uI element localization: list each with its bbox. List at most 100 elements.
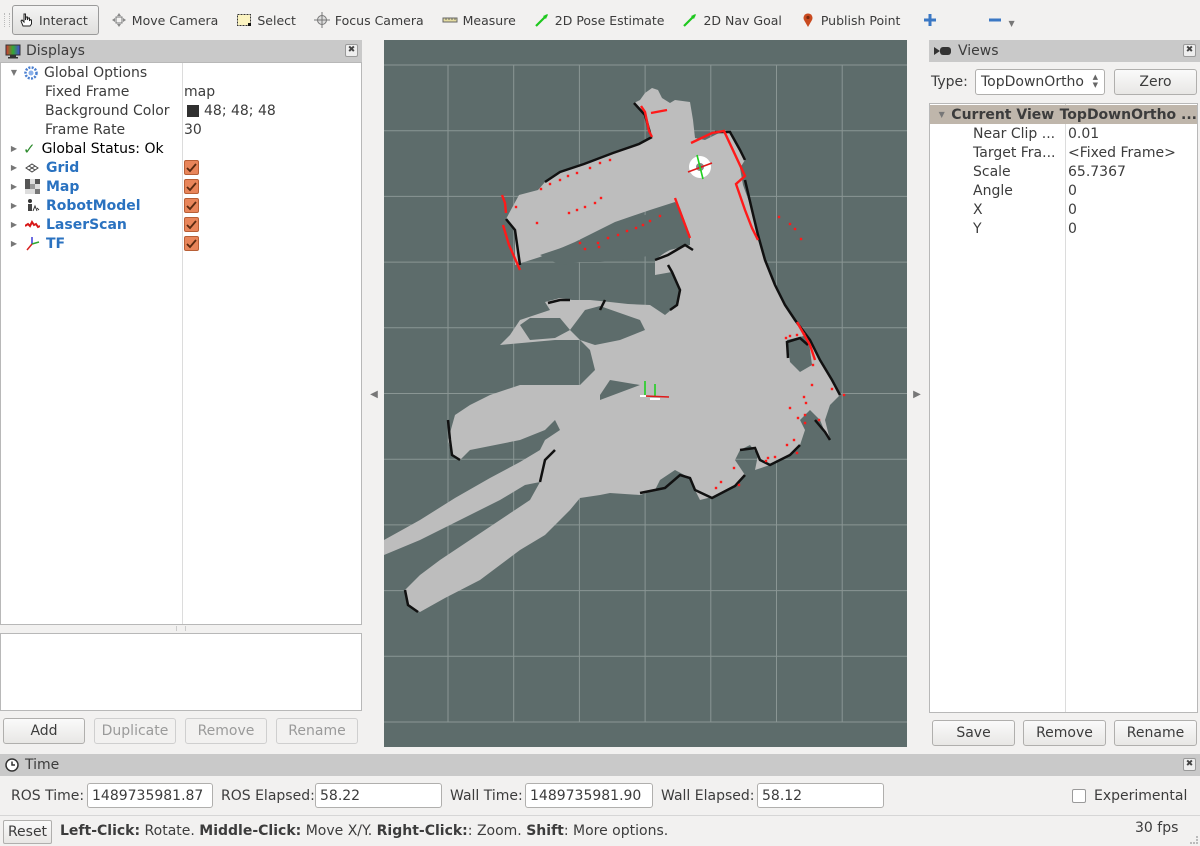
view-property-angle[interactable]: Angle 0 <box>973 181 1077 200</box>
save-view-button[interactable]: Save <box>932 720 1015 746</box>
display-enabled-checkbox[interactable] <box>184 179 199 194</box>
expand-arrow-icon[interactable]: ▶ <box>8 239 20 248</box>
resize-grip[interactable] <box>1190 836 1198 844</box>
view-property-scale[interactable]: Scale 65.7367 <box>973 162 1126 181</box>
property-value[interactable]: 0.01 <box>1068 126 1099 142</box>
collapse-right-panel-button[interactable]: ▶ <box>907 384 927 404</box>
ros-time-field[interactable]: 1489735981.87 <box>87 783 213 808</box>
reset-button[interactable]: Reset <box>3 820 52 844</box>
property-frame-rate[interactable]: Frame Rate 30 <box>45 120 363 139</box>
ros-elapsed-field[interactable]: 58.22 <box>315 783 442 808</box>
global-options-row[interactable]: ▼ Global Options <box>8 63 147 82</box>
hand-pointer-icon <box>17 11 35 29</box>
display-item-laserscan[interactable]: ▶ LaserScan <box>8 215 363 234</box>
display-enabled-checkbox[interactable] <box>184 198 199 213</box>
add-tool-button[interactable] <box>911 5 953 35</box>
laser-point <box>648 219 652 223</box>
time-panel-header: Time ✖ <box>0 754 1200 776</box>
laser-point <box>714 486 718 490</box>
view-property-x[interactable]: X 0 <box>973 200 1077 219</box>
expand-arrow-icon[interactable]: ▼ <box>8 68 20 77</box>
rename-view-button[interactable]: Rename <box>1114 720 1197 746</box>
displays-panel-header: Displays ✖ <box>0 40 362 62</box>
monitor-icon <box>5 44 21 59</box>
global-status-label: Global Status: Ok <box>41 140 164 157</box>
tool-2d-nav-goal[interactable]: 2D Nav Goal <box>675 5 787 35</box>
remove-view-button[interactable]: Remove <box>1023 720 1106 746</box>
map-canvas[interactable] <box>384 40 907 747</box>
close-displays-button[interactable]: ✖ <box>345 44 358 57</box>
property-fixed-frame[interactable]: Fixed Frame map <box>45 82 363 101</box>
display-item-robotmodel[interactable]: ▶ RobotModel <box>8 196 363 215</box>
property-background-color[interactable]: Background Color 48; 48; 48 <box>45 101 363 120</box>
laser-point <box>598 161 602 165</box>
expand-arrow-icon[interactable]: ▶ <box>8 144 20 153</box>
duplicate-display-button[interactable]: Duplicate <box>94 718 176 744</box>
display-enabled-checkbox[interactable] <box>184 160 199 175</box>
tool-select[interactable]: Select <box>229 5 302 35</box>
property-value[interactable]: <Fixed Frame> <box>1068 145 1176 161</box>
property-value[interactable]: 0 <box>1068 202 1077 218</box>
display-item-grid[interactable]: ▶ Grid <box>8 158 363 177</box>
display-label: TF <box>46 235 66 252</box>
property-value[interactable]: 30 <box>184 122 202 138</box>
laser-point <box>799 237 803 241</box>
remove-tool-button[interactable]: ▼ <box>958 5 1018 35</box>
view-property-y[interactable]: Y 0 <box>973 219 1077 238</box>
expand-arrow-icon[interactable]: ▶ <box>8 182 20 191</box>
displays-panel-title: Displays <box>26 43 85 59</box>
tool-measure[interactable]: Measure <box>435 5 522 35</box>
laser-point <box>578 241 582 245</box>
color-swatch[interactable] <box>187 104 199 117</box>
tool-2d-pose-estimate[interactable]: 2D Pose Estimate <box>527 5 671 35</box>
global-status-row[interactable]: ▶ ✓ Global Status: Ok <box>8 139 164 158</box>
laser-point <box>803 413 807 417</box>
remove-display-button[interactable]: Remove <box>185 718 267 744</box>
laser-point <box>575 171 579 175</box>
view-property-near-clip[interactable]: Near Clip ... 0.01 <box>973 124 1099 143</box>
display-item-map[interactable]: ▶ Map <box>8 177 363 196</box>
tool-interact[interactable]: Interact <box>12 5 99 35</box>
occupancy-map <box>384 88 840 612</box>
property-name: Fixed Frame <box>45 83 130 100</box>
laser-point <box>803 421 807 425</box>
display-enabled-checkbox[interactable] <box>184 217 199 232</box>
rename-display-button[interactable]: Rename <box>276 718 358 744</box>
laser-point <box>804 401 808 405</box>
3d-viewport[interactable] <box>384 40 907 747</box>
wall-elapsed-field[interactable]: 58.12 <box>757 783 884 808</box>
current-view-row[interactable]: ▼ Current View TopDownOrtho ... <box>930 105 1197 124</box>
expand-arrow-icon[interactable]: ▶ <box>8 163 20 172</box>
column-separator <box>182 63 183 624</box>
splitter-handle[interactable] <box>176 626 186 631</box>
laser-point <box>784 336 788 340</box>
laser-point <box>514 205 518 209</box>
view-type-select[interactable]: TopDownOrtho ▲ ▼ <box>975 69 1105 95</box>
property-value[interactable]: 0 <box>1068 183 1077 199</box>
wall-time-field[interactable]: 1489735981.90 <box>525 783 653 808</box>
tool-move-camera[interactable]: Move Camera <box>104 5 225 35</box>
toolbar-grip[interactable] <box>4 13 10 27</box>
expand-arrow-icon[interactable]: ▶ <box>8 220 20 229</box>
close-views-button[interactable]: ✖ <box>1183 44 1196 57</box>
property-name: Scale <box>973 163 1011 180</box>
tool-focus-camera[interactable]: Focus Camera <box>307 5 430 35</box>
display-enabled-checkbox[interactable] <box>184 236 199 251</box>
display-item-tf[interactable]: ▶ TF <box>8 234 363 253</box>
property-value[interactable]: 65.7367 <box>1068 164 1126 180</box>
property-value[interactable]: map <box>184 84 215 100</box>
expand-arrow-icon[interactable]: ▶ <box>8 201 20 210</box>
property-value[interactable]: 0 <box>1068 221 1077 237</box>
green-arrow-icon <box>681 11 699 29</box>
experimental-checkbox[interactable] <box>1072 789 1086 803</box>
add-display-button[interactable]: Add <box>3 718 85 744</box>
zero-view-button[interactable]: Zero <box>1114 69 1197 95</box>
property-value[interactable]: 48; 48; 48 <box>204 103 276 119</box>
laser-point <box>785 443 789 447</box>
collapse-left-panel-button[interactable]: ◀ <box>364 384 384 404</box>
laser-point <box>567 211 571 215</box>
view-property-target-frame[interactable]: Target Fra... <Fixed Frame> <box>973 143 1176 162</box>
expand-arrow-icon[interactable]: ▼ <box>936 110 947 119</box>
close-time-button[interactable]: ✖ <box>1183 758 1196 771</box>
tool-publish-point[interactable]: Publish Point <box>793 5 907 35</box>
